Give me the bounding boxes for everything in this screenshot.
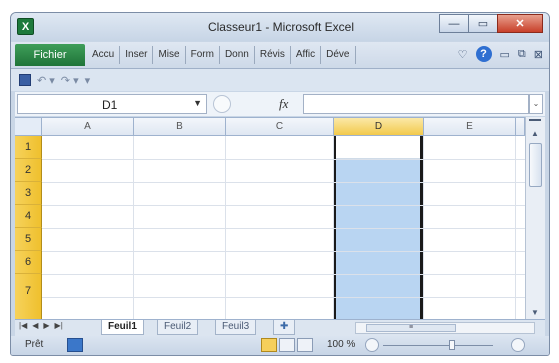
zoom-in-icon[interactable]	[511, 338, 525, 352]
name-box[interactable]: D1 ▼	[17, 94, 207, 114]
grid-line	[42, 205, 525, 206]
scroll-down-icon[interactable]: ▼	[531, 308, 539, 317]
zoom-slider-thumb[interactable]	[449, 340, 455, 350]
grid-line	[42, 297, 525, 298]
grid-line	[42, 159, 525, 160]
first-sheet-icon[interactable]: |◀	[19, 321, 27, 330]
sheet-tab-feuil3[interactable]: Feuil3	[215, 320, 257, 335]
grid-line	[42, 228, 525, 229]
help-icon[interactable]: ?	[475, 46, 492, 62]
horizontal-scroll-thumb[interactable]: ≡	[366, 324, 456, 332]
row-header-4[interactable]: 4	[15, 205, 42, 228]
grid-line	[42, 274, 525, 275]
status-bar: Prêt 100 %	[11, 336, 549, 355]
last-sheet-icon[interactable]: ▶|	[55, 321, 63, 330]
normal-view-button[interactable]	[261, 338, 277, 352]
tab-file[interactable]: Fichier	[15, 44, 85, 66]
scroll-up-icon[interactable]: ▲	[531, 129, 539, 138]
column-header-a[interactable]: A	[42, 118, 134, 136]
ribbon-tabs: Fichier Accu Inser Mise Form Donn Révis …	[11, 42, 549, 69]
ribbon-right-icons: ♡ ? ▭ ⧉ ⊠	[458, 46, 543, 62]
insert-sheet-icon[interactable]: ✚	[273, 320, 296, 335]
minimize-icon: —	[448, 17, 460, 30]
tab-mise-en-page[interactable]: Mise	[153, 46, 186, 64]
prev-sheet-icon[interactable]: ◀	[32, 321, 38, 330]
column-header-d[interactable]: D	[334, 118, 424, 136]
insert-function-icon[interactable]: fx	[279, 96, 288, 112]
status-mode: Prêt	[25, 339, 44, 350]
zoom-slider[interactable]	[383, 345, 493, 346]
column-header-c[interactable]: C	[226, 118, 334, 136]
active-cell-d1[interactable]	[336, 136, 420, 159]
chevron-down-icon[interactable]: ▼	[193, 98, 202, 108]
row-header-3[interactable]: 3	[15, 182, 42, 205]
close-button[interactable]: ✕	[497, 14, 543, 33]
title-bar: X Classeur1 - Microsoft Excel — ▭ ✕	[11, 13, 549, 41]
save-icon[interactable]	[19, 74, 31, 86]
column-header-f[interactable]	[516, 118, 525, 136]
sheet-navigation: |◀ ◀ ▶ ▶|	[19, 321, 63, 330]
doc-minimize-icon[interactable]: ▭	[500, 48, 510, 61]
name-box-value: D1	[102, 98, 118, 112]
sheet-tab-feuil1[interactable]: Feuil1	[101, 320, 144, 335]
page-layout-view-button[interactable]	[279, 338, 295, 352]
row-header-7[interactable]: 7	[15, 274, 42, 320]
minimize-button[interactable]: —	[439, 14, 469, 33]
customize-qat-icon[interactable]: ▾	[85, 74, 91, 87]
maximize-icon: ▭	[477, 18, 489, 30]
excel-app-icon[interactable]: X	[17, 18, 34, 35]
undo-icon[interactable]: ↶ ▾	[37, 74, 55, 87]
page-break-view-button[interactable]	[297, 338, 313, 352]
quick-access-toolbar: ↶ ▾ ↷ ▾ ▾	[11, 69, 549, 91]
tab-insertion[interactable]: Inser	[120, 46, 154, 64]
tab-donnees[interactable]: Donn	[220, 46, 255, 64]
redo-icon[interactable]: ↷ ▾	[61, 74, 79, 87]
doc-restore-icon[interactable]: ⧉	[518, 48, 526, 61]
formula-bar: D1 ▼ fx ⌄	[15, 92, 545, 116]
macro-record-icon[interactable]	[67, 338, 83, 352]
zoom-out-icon[interactable]	[365, 338, 379, 352]
tab-affichage[interactable]: Affic	[291, 46, 322, 64]
window-controls: — ▭ ✕	[439, 14, 543, 34]
tab-formules[interactable]: Form	[186, 46, 220, 64]
grid-line	[42, 251, 525, 252]
tab-revision[interactable]: Révis	[255, 46, 291, 64]
ribbon-collapse-icon[interactable]: ♡	[458, 48, 468, 61]
doc-close-icon[interactable]: ⊠	[534, 48, 543, 61]
split-handle-icon[interactable]	[529, 119, 541, 125]
sheet-tab-feuil2[interactable]: Feuil2	[157, 320, 199, 335]
close-icon: ✕	[515, 18, 525, 30]
view-buttons	[261, 338, 313, 352]
vertical-scrollbar[interactable]: ▲ ▼	[525, 117, 545, 319]
horizontal-scrollbar[interactable]: ≡	[355, 322, 535, 334]
maximize-button[interactable]: ▭	[468, 14, 498, 33]
vertical-scroll-thumb[interactable]	[529, 143, 542, 187]
column-header-b[interactable]: B	[134, 118, 226, 136]
spreadsheet-grid: A B C D E 1 2 3 4 5 6 7	[15, 117, 525, 320]
row-header-5[interactable]: 5	[15, 228, 42, 251]
zoom-level[interactable]: 100 %	[327, 339, 355, 350]
next-sheet-icon[interactable]: ▶	[43, 321, 49, 330]
tab-developpeur[interactable]: Déve	[321, 46, 356, 64]
ribbon-tab-list: Accu Inser Mise Form Donn Révis Affic Dé…	[87, 46, 356, 64]
tab-accueil[interactable]: Accu	[87, 46, 121, 64]
formula-input[interactable]	[303, 94, 529, 114]
excel-window: X Classeur1 - Microsoft Excel — ▭ ✕ Fich…	[10, 12, 550, 356]
expand-formula-icon[interactable]: ⌄	[529, 94, 543, 114]
sheet-tab-bar: |◀ ◀ ▶ ▶| Feuil1 Feuil2 Feuil3 ✚ ≡	[15, 319, 545, 336]
row-header-2[interactable]: 2	[15, 159, 42, 182]
column-header-e[interactable]: E	[424, 118, 516, 136]
formula-bar-handle[interactable]	[213, 95, 231, 113]
grid-line	[42, 182, 525, 183]
row-header-1[interactable]: 1	[15, 136, 42, 159]
window-title: Classeur1 - Microsoft Excel	[207, 20, 355, 34]
row-header-6[interactable]: 6	[15, 251, 42, 274]
select-all-corner[interactable]	[15, 118, 42, 136]
